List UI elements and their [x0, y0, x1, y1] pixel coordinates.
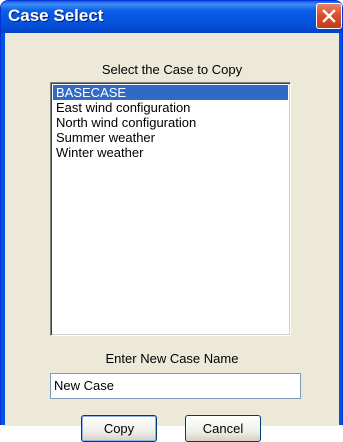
list-item[interactable]: East wind configuration [53, 100, 288, 115]
list-item[interactable]: North wind configuration [53, 115, 288, 130]
case-list-label: Select the Case to Copy [101, 62, 243, 77]
new-case-label: Enter New Case Name [105, 351, 239, 366]
new-case-name-input[interactable]: New Case [50, 373, 301, 399]
dialog-body: Select the Case to Copy BASECASE East wi… [5, 33, 339, 442]
cancel-button[interactable]: Cancel [185, 415, 261, 442]
window-title: Case Select [8, 6, 104, 25]
list-item[interactable]: BASECASE [53, 85, 288, 100]
close-icon [322, 9, 336, 23]
list-item[interactable]: Summer weather [53, 130, 288, 145]
copy-button[interactable]: Copy [81, 415, 157, 442]
close-button[interactable] [316, 3, 342, 29]
list-item[interactable]: Winter weather [53, 145, 288, 160]
case-select-dialog: Case Select Select the Case to Copy BASE… [0, 0, 343, 442]
title-bar[interactable]: Case Select [1, 1, 342, 33]
case-listbox[interactable]: BASECASE East wind configuration North w… [50, 82, 291, 336]
